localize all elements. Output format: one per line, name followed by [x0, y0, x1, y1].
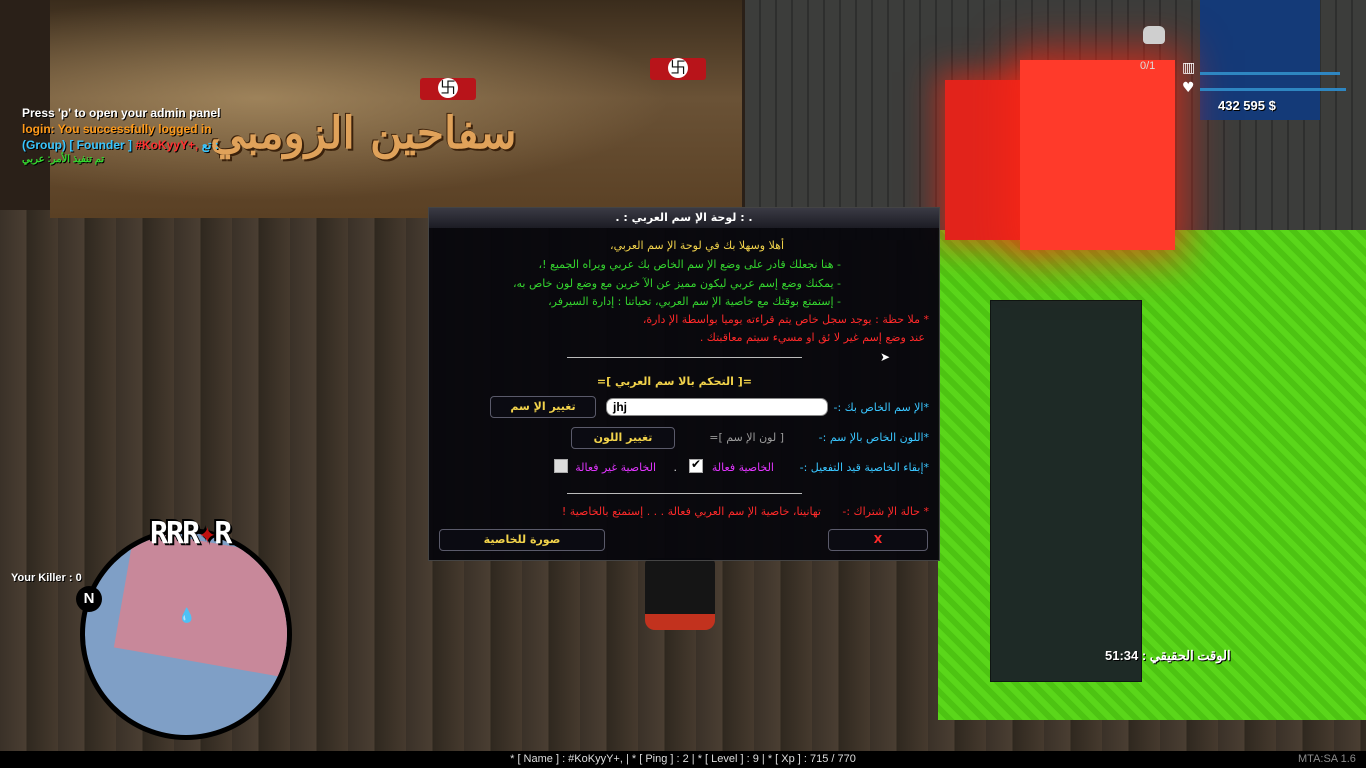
red-cube-object: [1020, 60, 1175, 250]
chat-line: login: You successfully logged in: [22, 122, 212, 136]
heart-icon: ♥: [1182, 80, 1195, 96]
name-label: *الإ سم الخاص بك :-: [833, 401, 929, 414]
note-line-1: * ملا حظة : يوجد سجل خاص يتم قراءته يومي…: [642, 313, 929, 326]
money-display: 432 595 $: [1218, 98, 1276, 113]
subscription-status: تهانينا، خاصية الإ سم العربي فعالة . . .…: [561, 505, 821, 518]
armor-icon: ▥: [1182, 60, 1196, 76]
north-indicator: N: [76, 586, 102, 612]
real-time-clock: الوقت الحقيقي : 51:34: [1105, 648, 1231, 663]
keep-label: *إبقاء الخاصية قيد التفعيل :-: [799, 461, 929, 474]
chat-line: Press 'p' to open your admin panel: [22, 106, 221, 120]
note-line-2: عند وضع إسم غير لا ئق او مسيء سيتم معاقب…: [699, 331, 925, 344]
armor-bar: [1200, 72, 1340, 75]
chat-message: تع :: [201, 138, 219, 152]
mta-version: MTA:SA 1.6: [1298, 753, 1356, 765]
player-marker-icon: 💧: [178, 608, 196, 624]
ammo-count: 0/1: [1140, 60, 1156, 72]
change-name-button[interactable]: تغيير الإ سم: [490, 396, 596, 418]
change-color-button[interactable]: تغيير اللون: [571, 427, 675, 449]
status-bar-text: * [ Name ] : #KoKyyY+, | * [ Ping ] : 2 …: [510, 753, 856, 765]
info-line-3: - إستمتع بوقتك مع خاصية الإ سم العربي، ت…: [548, 295, 841, 308]
player-character: [645, 558, 715, 630]
option-on-label: الخاصية فعالة: [711, 461, 774, 474]
chat-group-tag: (Group): [22, 138, 66, 152]
chat-line: تم تنفيذ الأمر: عربي: [22, 154, 105, 165]
option-on-checkbox[interactable]: [689, 457, 703, 473]
chat-line: (Group) [ Founder ] #KoKyyY+, تع :: [22, 138, 220, 152]
name-input[interactable]: jhj: [606, 398, 828, 416]
section-title: =[ التحكم بالا سم العربي ]=: [596, 375, 752, 388]
option-off-label: الخاصية غير فعالة: [575, 461, 656, 474]
fist-weapon-icon: [1143, 26, 1165, 44]
dialog-title[interactable]: . : لوحة الإ سم العربي : .: [429, 208, 939, 228]
subscription-label: * حالة الإ شتراك :-: [842, 505, 929, 518]
dark-pillar: [990, 300, 1142, 682]
separator: [567, 493, 802, 494]
health-bar: [1200, 88, 1346, 91]
minimap-zone: [113, 533, 287, 677]
option-off-checkbox[interactable]: [554, 459, 568, 473]
close-button[interactable]: X: [828, 529, 928, 551]
arabic-name-dialog: . : لوحة الإ سم العربي : . أهلا وسهلا بك…: [428, 207, 940, 561]
banner-title: سفاحين الزومبي: [210, 108, 517, 159]
option-separator: .: [673, 461, 678, 474]
armband-icon: [420, 78, 476, 100]
chat-player-name: #KoKyyY+,: [135, 138, 202, 152]
chat-box: Press 'p' to open your admin panel login…: [22, 106, 220, 165]
minimap-blip: RRR✦R: [150, 516, 232, 551]
minimap: [80, 528, 292, 740]
info-line-2: - يمكنك وضع إسم عربي ليكون مميز عن الآ خ…: [512, 277, 841, 290]
armband-icon: [650, 58, 706, 80]
mouse-cursor-icon: ➤: [880, 350, 891, 364]
killer-counter: Your Killer : 0: [11, 572, 82, 584]
feature-image-button[interactable]: صورة للخاصية: [439, 529, 605, 551]
separator: [567, 357, 802, 358]
color-label: *اللون الخاص بالإ سم :-: [818, 431, 929, 444]
minimap-map: [85, 533, 287, 735]
info-line-1: - هنا نجعلك قادر على وضع الإ سم الخاص بك…: [538, 258, 841, 271]
chat-rank-tag: [ Founder ]: [66, 138, 136, 152]
color-preview: [ لون الإ سم ]=: [709, 431, 784, 444]
welcome-text: أهلا وسهلا بك في لوحة الإ سم العربي،: [610, 239, 784, 252]
